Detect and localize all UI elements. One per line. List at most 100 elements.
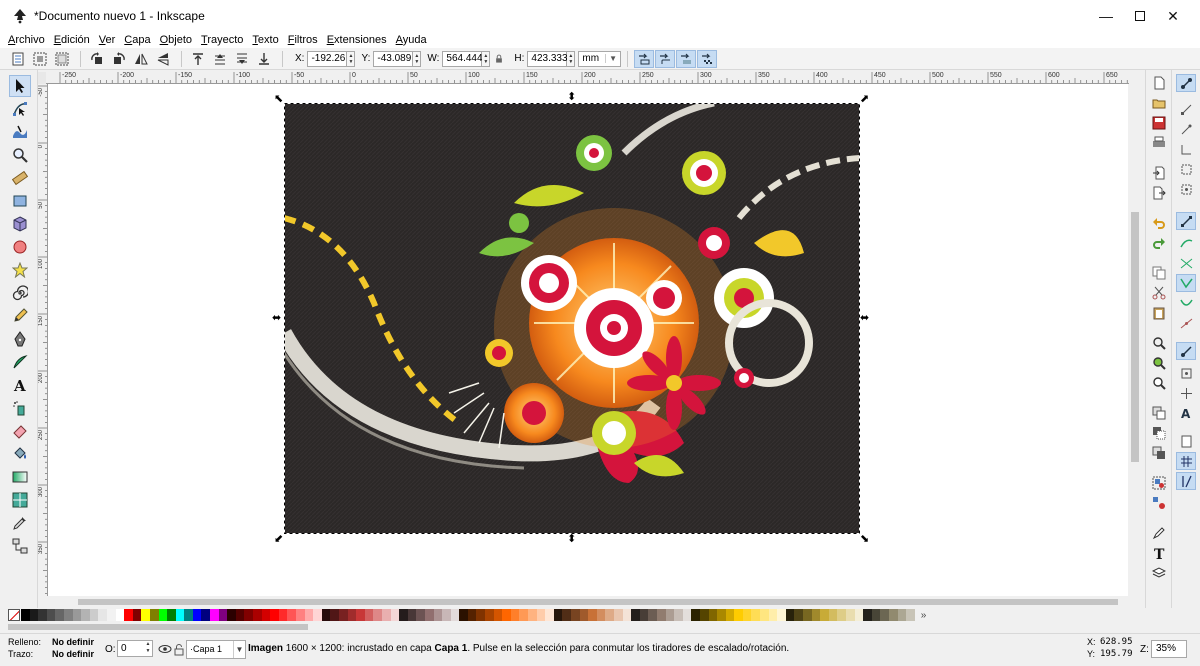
palette-swatch[interactable]: [820, 609, 829, 621]
unlink-clone-button[interactable]: [1150, 444, 1168, 462]
pen-tool[interactable]: [9, 328, 31, 350]
palette-swatch[interactable]: [244, 609, 254, 621]
snap-bbox-center-toggle[interactable]: [1176, 180, 1196, 198]
palette-swatch[interactable]: [691, 609, 700, 621]
export-button[interactable]: [1150, 184, 1168, 202]
palette-swatch[interactable]: [55, 609, 64, 621]
vertical-scrollbar[interactable]: [1129, 72, 1141, 596]
palette-swatch[interactable]: [450, 609, 460, 621]
palette-swatch[interactable]: [588, 609, 597, 621]
menu-texto[interactable]: Texto: [252, 34, 278, 46]
lower-to-bottom-button[interactable]: [254, 50, 274, 68]
palette-swatch[interactable]: [296, 609, 305, 621]
transform-patterns-toggle[interactable]: [697, 49, 717, 68]
select-all-button[interactable]: [8, 50, 28, 68]
palette-swatch[interactable]: [571, 609, 580, 621]
palette-swatch[interactable]: [175, 609, 185, 621]
flip-horizontal-button[interactable]: [131, 50, 151, 68]
palette-swatch[interactable]: [579, 609, 589, 621]
palette-swatch[interactable]: [751, 609, 761, 621]
palette-swatch[interactable]: [699, 609, 709, 621]
raise-to-top-button[interactable]: [188, 50, 208, 68]
palette-swatch[interactable]: [235, 609, 245, 621]
h-spinner[interactable]: ▲ ▼: [567, 50, 576, 67]
palette-swatch[interactable]: [871, 609, 881, 621]
palette-swatch[interactable]: [562, 609, 571, 621]
palette-swatch[interactable]: [253, 609, 262, 621]
palette-swatch[interactable]: [553, 609, 563, 621]
dropper-tool[interactable]: [9, 512, 31, 534]
transform-gradients-toggle[interactable]: [676, 49, 696, 68]
vertical-scrollbar-thumb[interactable]: [1131, 212, 1139, 462]
palette-swatch[interactable]: [141, 609, 150, 621]
palette-swatch[interactable]: [356, 609, 365, 621]
text-tool[interactable]: A: [9, 374, 31, 396]
palette-swatch[interactable]: [863, 609, 872, 621]
paste-button[interactable]: [1150, 304, 1168, 322]
zoom-tool[interactable]: [9, 144, 31, 166]
palette-swatch[interactable]: [906, 609, 915, 621]
horizontal-scrollbar[interactable]: [48, 597, 1140, 607]
w-spinner[interactable]: ▲ ▼: [482, 50, 491, 67]
palette-swatch[interactable]: [545, 609, 554, 621]
paint-bucket-tool[interactable]: [9, 443, 31, 465]
snap-bbox-corners-toggle[interactable]: [1176, 140, 1196, 158]
snap-bbox-edges-toggle[interactable]: [1176, 120, 1196, 138]
scale-corners-toggle[interactable]: [655, 49, 675, 68]
palette-swatch[interactable]: [742, 609, 752, 621]
spray-tool[interactable]: [9, 397, 31, 419]
palette-swatch[interactable]: [106, 609, 116, 621]
palette-swatch[interactable]: [510, 609, 520, 621]
palette-swatch[interactable]: [725, 609, 735, 621]
group-button[interactable]: [1150, 474, 1168, 492]
open-button[interactable]: [1150, 94, 1168, 112]
palette-swatch[interactable]: [888, 609, 898, 621]
palette-swatch[interactable]: [424, 609, 434, 621]
scale-handle-bottom-left[interactable]: ⬋: [274, 534, 283, 545]
eye-icon[interactable]: [158, 642, 172, 656]
palette-swatch[interactable]: [270, 609, 279, 621]
duplicate-button[interactable]: [1150, 404, 1168, 422]
palette-swatch[interactable]: [407, 609, 417, 621]
palette-swatch[interactable]: [433, 609, 443, 621]
palette-swatch[interactable]: [278, 609, 288, 621]
scale-stroke-toggle[interactable]: [634, 49, 654, 68]
snap-cusp-nodes-toggle[interactable]: [1176, 274, 1196, 292]
zoom-input[interactable]: 35%: [1151, 640, 1187, 658]
palette-swatch[interactable]: [330, 609, 339, 621]
raise-button[interactable]: [210, 50, 230, 68]
palette-swatch[interactable]: [476, 609, 486, 621]
palette-swatch[interactable]: [502, 609, 511, 621]
palette-swatch[interactable]: [227, 609, 236, 621]
selected-image[interactable]: [284, 103, 860, 534]
snap-grid-toggle[interactable]: [1176, 452, 1196, 470]
flip-vertical-button[interactable]: [153, 50, 173, 68]
selector-tool[interactable]: [9, 75, 31, 97]
menu-filtros[interactable]: Filtros: [288, 34, 318, 46]
palette-swatch[interactable]: [364, 609, 374, 621]
palette-swatch[interactable]: [158, 609, 168, 621]
palette-swatch[interactable]: [485, 609, 494, 621]
palette-swatch[interactable]: [605, 609, 614, 621]
palette-swatch[interactable]: [459, 609, 468, 621]
palette-swatch[interactable]: [261, 609, 271, 621]
palette-swatch[interactable]: [399, 609, 408, 621]
menu-capa[interactable]: Capa: [124, 34, 150, 46]
palette-swatch[interactable]: [794, 609, 804, 621]
stroke-value[interactable]: No definir: [52, 649, 94, 659]
palette-swatch[interactable]: [149, 609, 159, 621]
y-input[interactable]: -43.089: [373, 50, 414, 67]
palette-swatch[interactable]: [21, 609, 30, 621]
cut-button[interactable]: [1150, 284, 1168, 302]
palette-swatch[interactable]: [837, 609, 846, 621]
palette-swatch[interactable]: [674, 609, 683, 621]
lower-button[interactable]: [232, 50, 252, 68]
palette-swatch[interactable]: [828, 609, 838, 621]
tweak-tool[interactable]: [9, 121, 31, 143]
save-button[interactable]: [1150, 114, 1168, 132]
canvas[interactable]: ⬉ ⬍ ⬈ ⬌ ⬌ ⬋ ⬍ ⬊: [48, 84, 1128, 596]
palette-swatch[interactable]: [72, 609, 82, 621]
palette-swatch[interactable]: [854, 609, 864, 621]
snap-nodes-toggle[interactable]: [1176, 212, 1196, 230]
palette-swatch[interactable]: [442, 609, 451, 621]
